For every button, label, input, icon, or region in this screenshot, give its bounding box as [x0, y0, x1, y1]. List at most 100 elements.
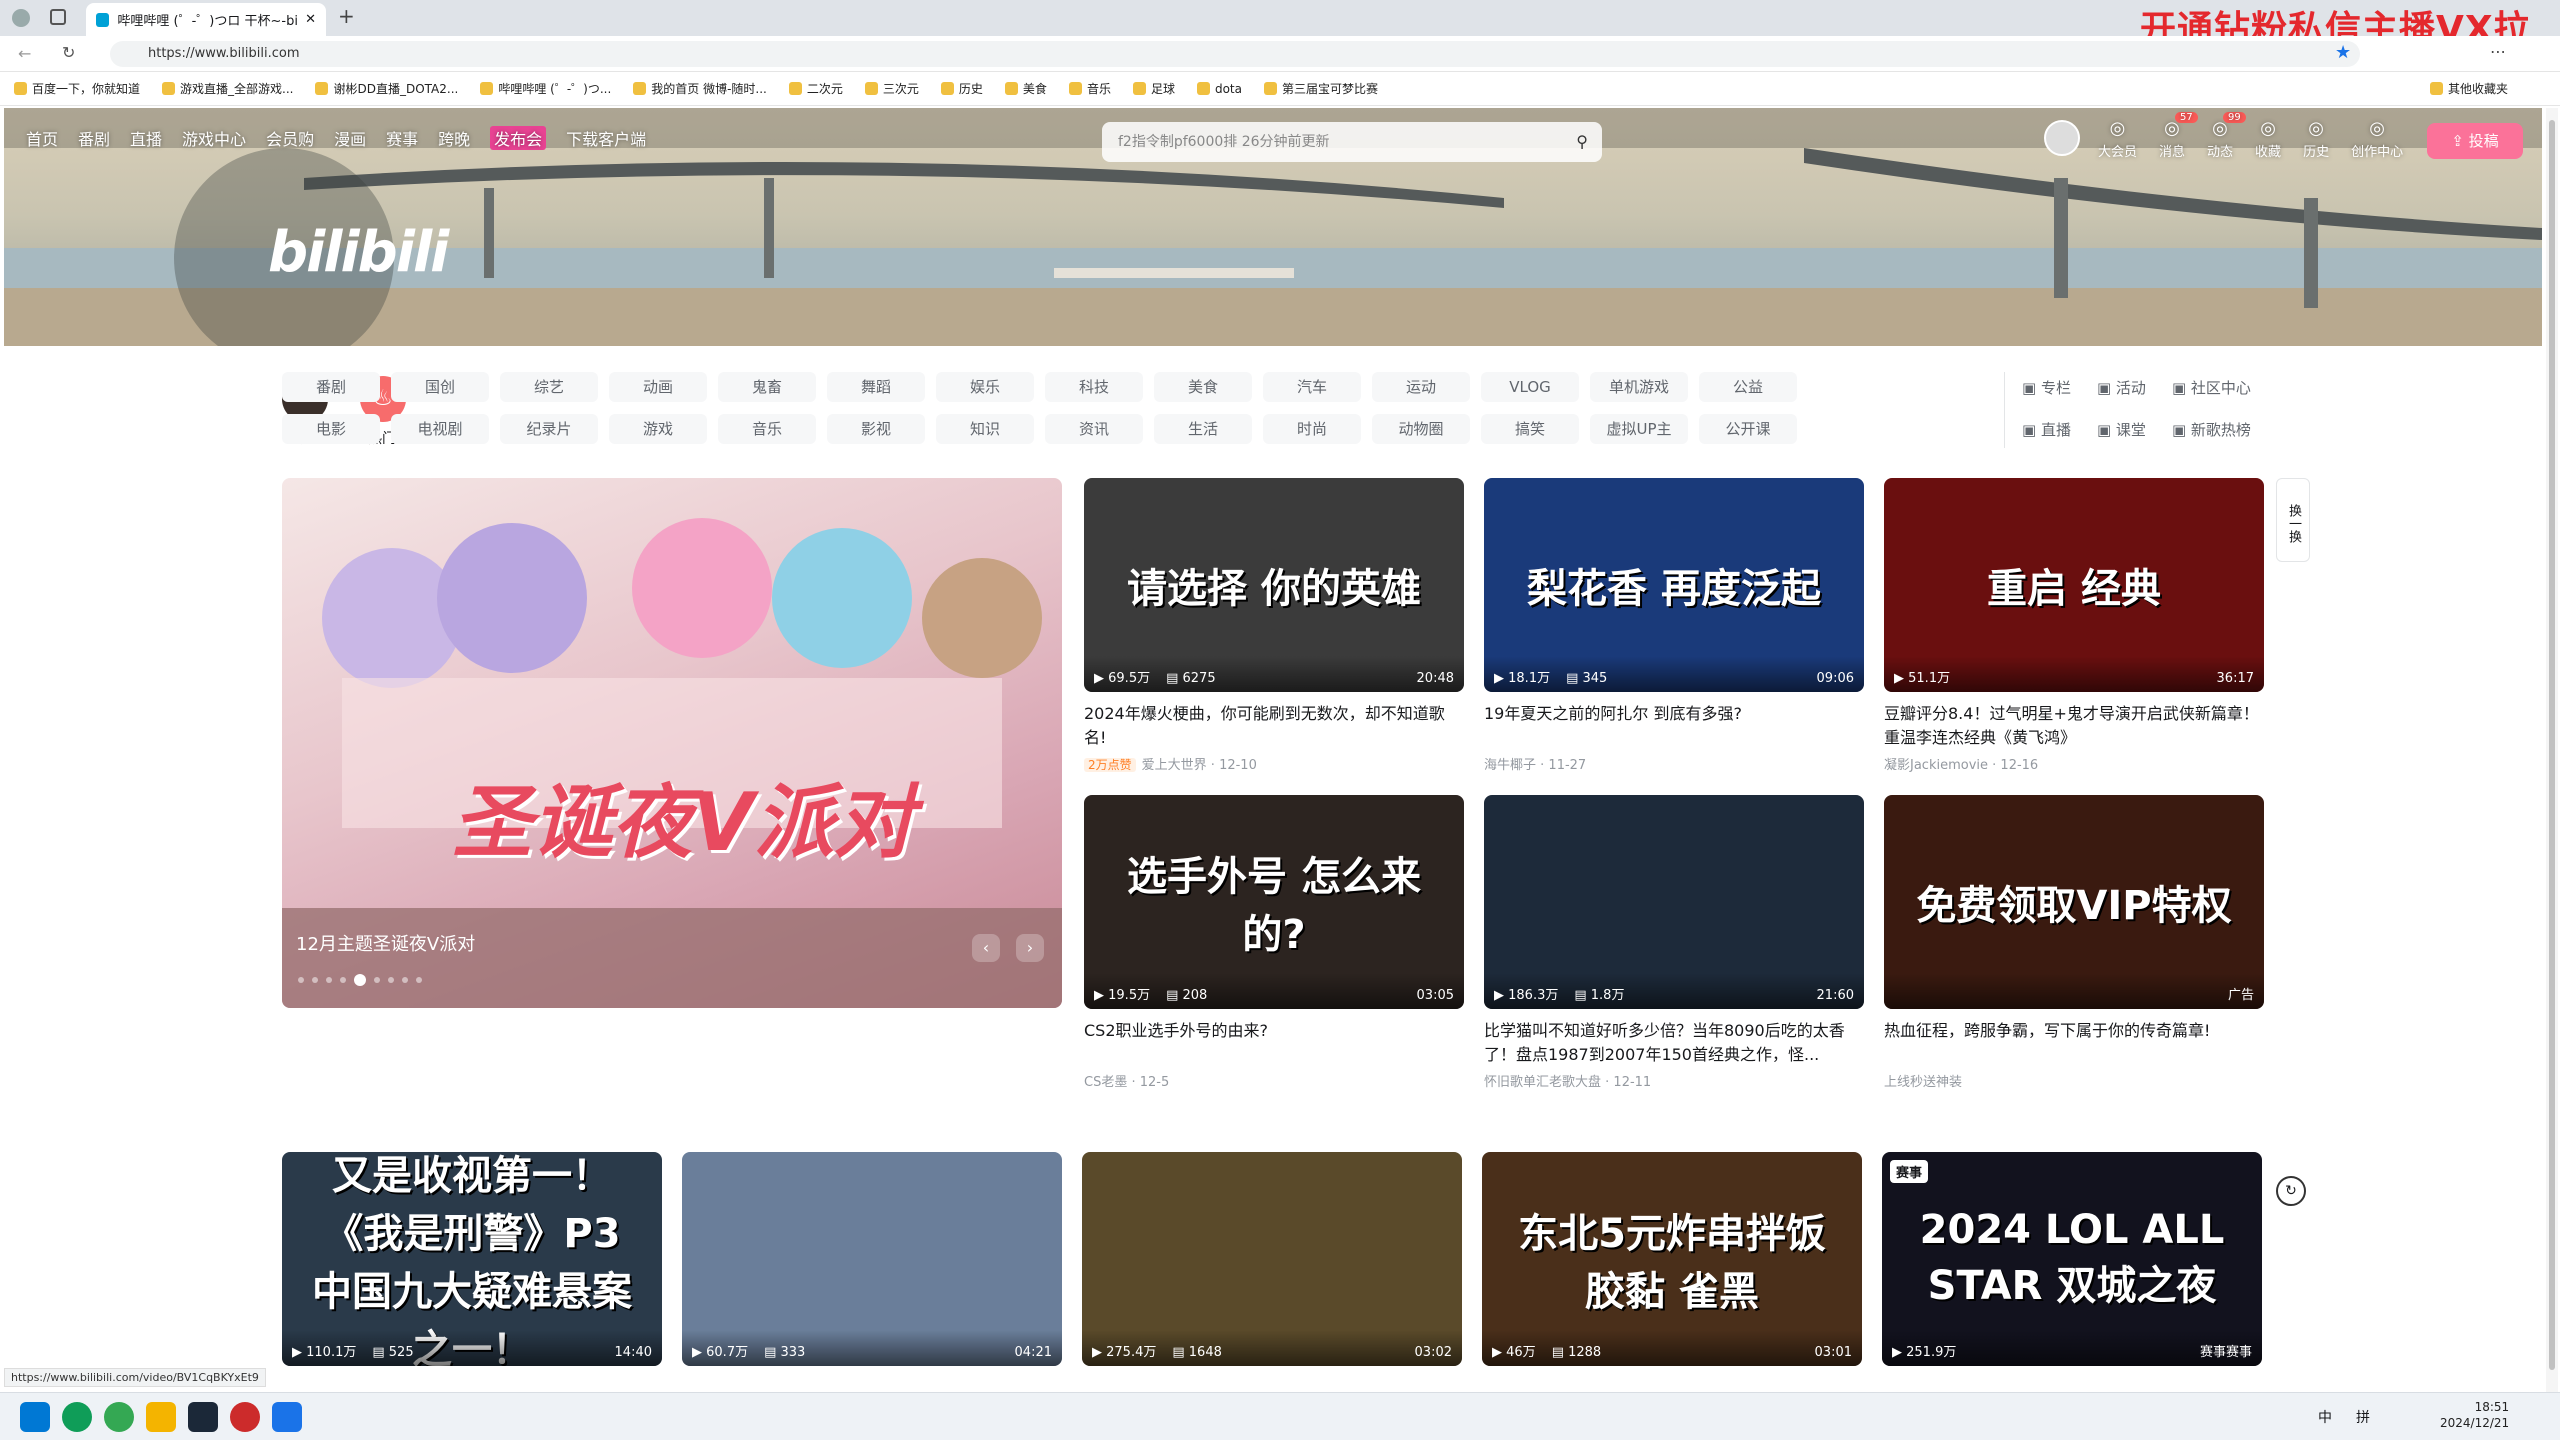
- video-card[interactable]: 又是收视第一！《我是刑警》P3 中国九大疑难悬案之一！▶ 110.1万▤ 525…: [282, 1152, 662, 1366]
- carousel-dot[interactable]: [340, 977, 346, 983]
- bookmark-item[interactable]: 哔哩哔哩 (゜-゜)つ...: [480, 80, 611, 97]
- favorite-star-icon[interactable]: ★: [2335, 42, 2351, 63]
- channel-item[interactable]: 搞笑: [1481, 414, 1579, 444]
- video-thumbnail[interactable]: ▶ 186.3万 ▤ 1.8万 21:60: [1484, 795, 1864, 1009]
- channel-item[interactable]: 舞蹈: [827, 372, 925, 402]
- video-card[interactable]: 请选择 你的英雄 ▶ 69.5万 ▤ 6275 20:48 2024年爆火梗曲，你可能刷…: [1084, 478, 1464, 773]
- refresh-feed-icon[interactable]: ↻: [2276, 1176, 2306, 1206]
- ime-pinyin[interactable]: 拼: [2356, 1407, 2370, 1427]
- channel-side-link[interactable]: ▣ 新歌热榜: [2172, 419, 2251, 440]
- channel-item[interactable]: 生活: [1154, 414, 1252, 444]
- channel-side-link[interactable]: ▣ 活动: [2097, 377, 2146, 398]
- video-title[interactable]: 热血征程，跨服争霸，写下属于你的传奇篇章!: [1884, 1019, 2264, 1067]
- video-thumbnail[interactable]: ▶ 275.4万 ▤ 1648 03:02: [1082, 1152, 1462, 1366]
- channel-side-link[interactable]: ▣ 社区中心: [2172, 377, 2251, 398]
- nav-item[interactable]: 赛事: [386, 126, 418, 150]
- start-icon[interactable]: [20, 1402, 50, 1432]
- carousel-next-icon[interactable]: ›: [1016, 934, 1044, 962]
- video-author[interactable]: 怀旧歌单汇老歌大盘: [1484, 1075, 1601, 1090]
- nav-item[interactable]: 跨晚: [438, 126, 470, 150]
- channel-item[interactable]: 时尚: [1263, 414, 1361, 444]
- carousel-dot[interactable]: [354, 974, 366, 986]
- nav-item[interactable]: 会员购: [266, 126, 314, 150]
- channel-item[interactable]: 动画: [609, 372, 707, 402]
- nav-item[interactable]: 游戏中心: [182, 126, 246, 150]
- channel-item[interactable]: 单机游戏: [1590, 372, 1688, 402]
- reload-icon[interactable]: ↻: [62, 43, 75, 62]
- app-icon[interactable]: [146, 1402, 176, 1432]
- bookmark-item[interactable]: 三次元: [864, 80, 919, 97]
- netease-icon[interactable]: [230, 1402, 260, 1432]
- channel-item[interactable]: 影视: [827, 414, 925, 444]
- video-thumbnail[interactable]: 请选择 你的英雄 ▶ 69.5万 ▤ 6275 20:48: [1084, 478, 1464, 692]
- channel-item[interactable]: 资讯: [1045, 414, 1143, 444]
- bookmark-item[interactable]: 足球: [1132, 80, 1175, 97]
- user-nav-lightbulb[interactable]: ◎ 创作中心: [2351, 118, 2403, 160]
- channel-item[interactable]: 游戏: [609, 414, 707, 444]
- bookmark-item[interactable]: 游戏直播_全部游戏...: [162, 80, 293, 97]
- video-author[interactable]: 上线秒送神装: [1884, 1075, 1962, 1090]
- video-card[interactable]: 东北5元炸串拌饭 胶黏 雀黑 ▶ 46万 ▤ 1288 03:01: [1482, 1152, 1862, 1366]
- carousel[interactable]: 圣诞夜V派对 12月主题圣诞夜V派对 ‹ ›: [282, 478, 1062, 1008]
- bookmark-item[interactable]: 我的首页 微博-随时...: [633, 80, 767, 97]
- bookmark-item[interactable]: 百度一下，你就知道: [14, 80, 140, 97]
- nav-item[interactable]: 首页: [26, 126, 58, 150]
- user-nav-vip[interactable]: ◎ 大会员: [2098, 118, 2137, 160]
- video-card[interactable]: 重启 经典 ▶ 51.1万 36:17 豆瓣评分8.4！过气明星+鬼才导演开启武侠新篇…: [1884, 478, 2264, 773]
- new-tab-button[interactable]: +: [338, 4, 355, 28]
- k-app-icon[interactable]: [272, 1402, 302, 1432]
- carousel-dot[interactable]: [374, 977, 380, 983]
- avatar[interactable]: [2044, 120, 2080, 156]
- channel-item[interactable]: 鬼畜: [718, 372, 816, 402]
- edge-icon[interactable]: [62, 1402, 92, 1432]
- channel-side-link[interactable]: ▣ 专栏: [2022, 377, 2071, 398]
- carousel-dot[interactable]: [326, 977, 332, 983]
- video-card[interactable]: ▶ 60.7万 ▤ 333 04:21: [682, 1152, 1062, 1366]
- channel-side-link[interactable]: ▣ 课堂: [2097, 419, 2146, 440]
- channel-side-link[interactable]: ▣ 直播: [2022, 419, 2071, 440]
- channel-item[interactable]: 综艺: [500, 372, 598, 402]
- nav-item[interactable]: 漫画: [334, 126, 366, 150]
- video-thumbnail[interactable]: 又是收视第一！《我是刑警》P3 中国九大疑难悬案之一！▶ 110.1万▤ 525…: [282, 1152, 662, 1366]
- channel-item[interactable]: 国创: [391, 372, 489, 402]
- more-icon[interactable]: ⋯: [2490, 42, 2506, 61]
- channel-item[interactable]: 电影: [282, 414, 380, 444]
- video-author[interactable]: CS老墨: [1084, 1075, 1127, 1090]
- channel-item[interactable]: VLOG: [1481, 372, 1579, 402]
- upload-button[interactable]: ⇪ 投稿: [2427, 123, 2523, 159]
- video-thumbnail[interactable]: ▶ 60.7万 ▤ 333 04:21: [682, 1152, 1062, 1366]
- carousel-prev-icon[interactable]: ‹: [972, 934, 1000, 962]
- scrollbar-thumb[interactable]: [2549, 120, 2555, 1370]
- carousel-dot[interactable]: [312, 977, 318, 983]
- channel-item[interactable]: 美食: [1154, 372, 1252, 402]
- carousel-dot[interactable]: [402, 977, 408, 983]
- channel-item[interactable]: 运动: [1372, 372, 1470, 402]
- video-card[interactable]: 免费领取VIP特权 广告 热血征程，跨服争霸，写下属于你的传奇篇章! 上线秒送神装: [1884, 795, 2264, 1090]
- other-bookmarks[interactable]: 其他收藏夹: [2429, 80, 2508, 97]
- refresh-button[interactable]: 换一换: [2276, 478, 2310, 562]
- user-nav-message[interactable]: ◎ 57 消息: [2159, 112, 2198, 160]
- close-icon[interactable]: ✕: [305, 12, 316, 27]
- nav-item[interactable]: 直播: [130, 126, 162, 150]
- nav-item[interactable]: 下载客户端: [566, 126, 646, 150]
- nav-item[interactable]: 发布会: [490, 126, 547, 150]
- search-icon[interactable]: ⚲: [1576, 122, 1588, 162]
- bookmark-item[interactable]: dota: [1196, 82, 1242, 96]
- channel-item[interactable]: 音乐: [718, 414, 816, 444]
- channel-item[interactable]: 电视剧: [391, 414, 489, 444]
- video-thumbnail[interactable]: 重启 经典 ▶ 51.1万 36:17: [1884, 478, 2264, 692]
- video-title[interactable]: 豆瓣评分8.4！过气明星+鬼才导演开启武侠新篇章！重温李连杰经典《黄飞鸿》: [1884, 702, 2264, 750]
- tab-bilibili[interactable]: 哔哩哔哩 (゜-゜)つロ 干杯~-bilibili ✕: [86, 3, 326, 36]
- channel-item[interactable]: 公开课: [1699, 414, 1797, 444]
- bookmark-item[interactable]: 谢彬DD直播_DOTA2...: [315, 80, 458, 97]
- carousel-dot[interactable]: [388, 977, 394, 983]
- channel-item[interactable]: 知识: [936, 414, 1034, 444]
- channel-item[interactable]: 番剧: [282, 372, 380, 402]
- channel-item[interactable]: 汽车: [1263, 372, 1361, 402]
- bookmark-item[interactable]: 美食: [1004, 80, 1047, 97]
- channel-item[interactable]: 娱乐: [936, 372, 1034, 402]
- video-title[interactable]: 比学猫叫不知道好听多少倍？当年8090后吃的太香了！盘点1987到2007年15…: [1484, 1019, 1864, 1067]
- carousel-caption[interactable]: 12月主题圣诞夜V派对: [296, 930, 475, 956]
- video-title[interactable]: 19年夏天之前的阿扎尔 到底有多强?: [1484, 702, 1864, 750]
- back-icon[interactable]: ←: [18, 44, 31, 63]
